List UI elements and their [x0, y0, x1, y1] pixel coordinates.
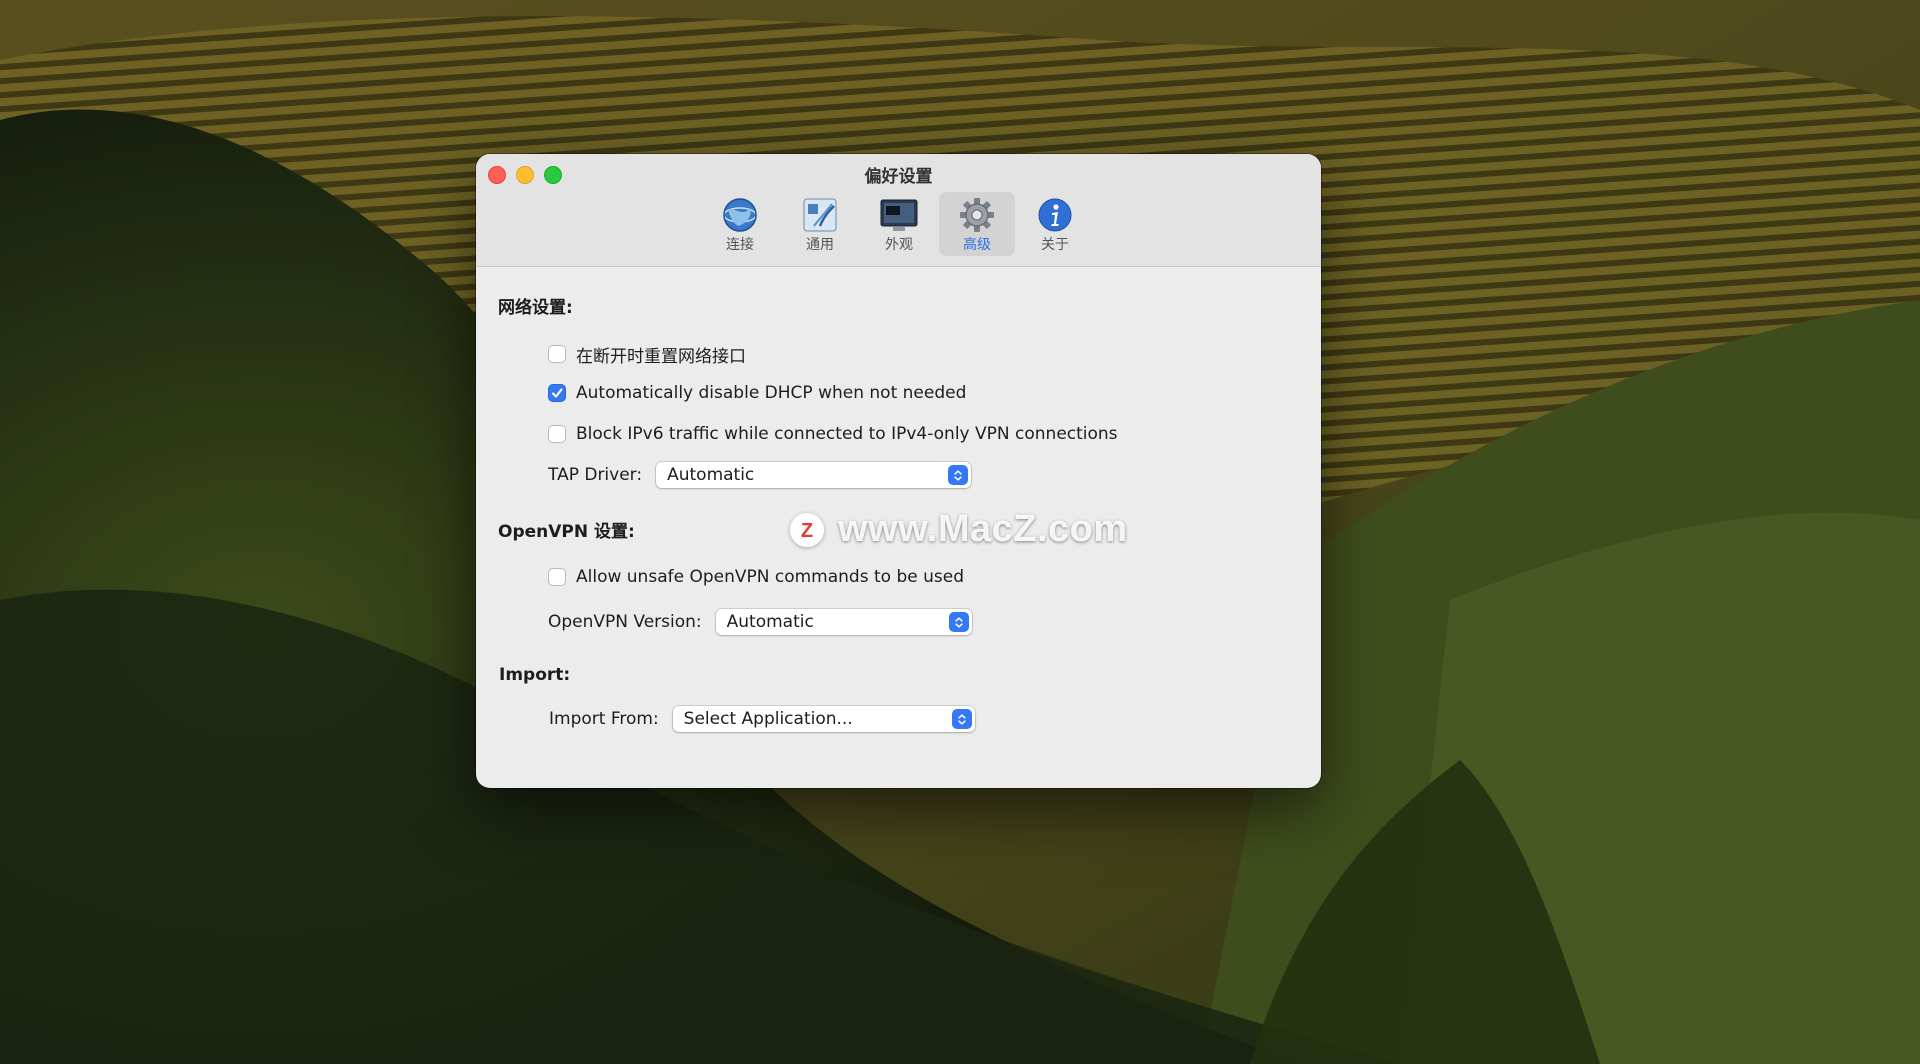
window-title: 偏好设置 — [864, 167, 933, 187]
svg-text:Z: Z — [801, 520, 813, 542]
tab-appearance[interactable]: 外观 — [861, 192, 937, 256]
updown-chevron-icon — [948, 465, 969, 485]
tab-connection[interactable]: 连接 — [702, 192, 778, 256]
import-section-title: Import: — [499, 665, 571, 685]
block-ipv6-label: Block IPv6 traffic while connected to IP… — [576, 424, 1118, 444]
watermark: Z www.MacZ.com — [790, 508, 1128, 551]
unsafe-commands-label: Allow unsafe OpenVPN commands to be used — [576, 567, 964, 587]
tab-advanced[interactable]: 高级 — [939, 192, 1015, 256]
block-ipv6-row[interactable]: Block IPv6 traffic while connected to IP… — [548, 421, 1118, 447]
openvpn-version-select[interactable]: Automatic — [715, 609, 972, 635]
tab-about[interactable]: 关于 — [1017, 192, 1093, 256]
checkmark-icon — [551, 388, 563, 398]
tap-driver-value: Automatic — [667, 465, 755, 485]
reset-interface-label: 在断开时重置网络接口 — [576, 346, 746, 367]
updown-chevron-icon — [948, 612, 969, 632]
tab-advanced-label: 高级 — [963, 237, 991, 253]
preferences-window: 偏好设置 连接 通用 外观 高级 关于 网络设置: 在断开时重置网络接口 Aut… — [476, 154, 1321, 788]
network-section-title: 网络设置: — [498, 298, 573, 318]
import-from-value: Select Application... — [683, 709, 853, 729]
tap-driver-select[interactable]: Automatic — [656, 462, 972, 488]
tab-appearance-label: 外观 — [885, 237, 913, 253]
watermark-logo-icon: Z — [790, 512, 824, 547]
block-ipv6-checkbox[interactable] — [548, 425, 566, 443]
openvpn-version-value: Automatic — [726, 612, 814, 632]
updown-chevron-icon — [951, 709, 972, 729]
openvpn-version-label: OpenVPN Version: — [548, 612, 702, 632]
import-from-select[interactable]: Select Application... — [672, 706, 975, 732]
tap-driver-row: TAP Driver: Automatic — [548, 462, 972, 488]
import-from-row: Import From: Select Application... — [549, 706, 975, 732]
import-from-label: Import From: — [549, 709, 659, 729]
watermark-text: www.MacZ.com — [838, 508, 1128, 550]
tap-driver-label: TAP Driver: — [548, 465, 643, 485]
tab-about-label: 关于 — [1041, 237, 1069, 253]
reset-interface-row[interactable]: 在断开时重置网络接口 — [548, 341, 746, 367]
network-config-icon — [803, 198, 837, 232]
unsafe-commands-checkbox[interactable] — [548, 568, 566, 586]
tab-general[interactable]: 通用 — [782, 192, 858, 256]
disable-dhcp-row[interactable]: Automatically disable DHCP when not need… — [548, 380, 966, 406]
openvpn-section-title: OpenVPN 设置: — [498, 522, 635, 542]
globe-icon — [723, 198, 757, 232]
unsafe-commands-row[interactable]: Allow unsafe OpenVPN commands to be used — [548, 564, 964, 590]
disable-dhcp-label: Automatically disable DHCP when not need… — [576, 383, 967, 403]
preferences-toolbar: 连接 通用 外观 高级 关于 — [476, 192, 1321, 262]
tab-connection-label: 连接 — [726, 237, 754, 253]
advanced-pane: 网络设置: 在断开时重置网络接口 Automatically disable D… — [476, 267, 1321, 788]
tab-general-label: 通用 — [806, 237, 834, 253]
reset-interface-checkbox[interactable] — [548, 345, 566, 363]
info-icon — [1038, 198, 1072, 232]
window-titlebar: 偏好设置 连接 通用 外观 高级 关于 — [476, 154, 1321, 267]
openvpn-version-row: OpenVPN Version: Automatic — [548, 609, 972, 635]
disable-dhcp-checkbox[interactable] — [548, 384, 566, 402]
gear-icon — [960, 198, 994, 232]
monitor-icon — [880, 199, 918, 231]
